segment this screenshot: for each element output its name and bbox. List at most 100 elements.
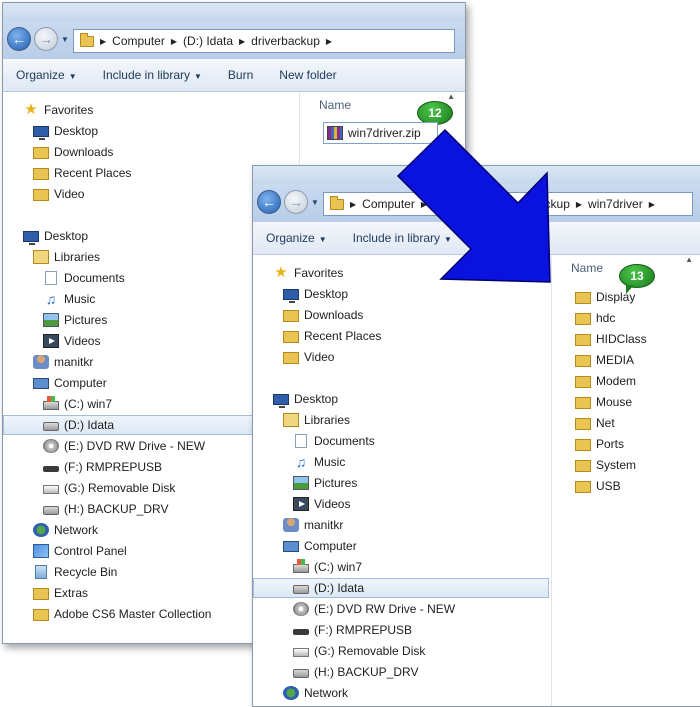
nav-item-videos[interactable]: Videos [43, 331, 100, 351]
recent-pages-dropdown-icon[interactable]: ▼ [311, 198, 319, 207]
nav-item-documents[interactable]: Documents [293, 431, 375, 451]
nav-item-computer[interactable]: Computer [283, 536, 357, 556]
address-box[interactable]: ▶ Computer ▶ (D:) Idata ▶ driverbackup ▶ [73, 29, 455, 53]
title-bar[interactable] [3, 3, 465, 21]
file-item-system[interactable]: System [575, 455, 636, 475]
nav-item-h-backup-drv[interactable]: (H:) BACKUP_DRV [43, 499, 168, 519]
nav-item-manitkr[interactable]: manitkr [283, 515, 343, 535]
nav-item-documents[interactable]: Documents [43, 268, 125, 288]
forward-icon[interactable]: → [34, 27, 58, 51]
title-bar[interactable] [253, 166, 700, 184]
nav-item-control-panel[interactable]: Control Panel [33, 541, 127, 561]
nav-item-music[interactable]: ♫ Music [43, 289, 96, 309]
nav-item-desktop[interactable]: Desktop [23, 226, 88, 246]
back-icon[interactable]: ← [7, 27, 31, 51]
organize-label: Organize [266, 231, 315, 245]
nav-item-manitkr[interactable]: manitkr [33, 352, 93, 372]
nav-item-favorites[interactable]: ★ Favorites [273, 263, 343, 283]
breadcrumb-driverbackup[interactable]: driverbackup [497, 197, 574, 211]
recent-pages-dropdown-icon[interactable]: ▼ [61, 35, 69, 44]
nav-item-downloads[interactable]: Downloads [283, 305, 363, 325]
nav-item-pictures[interactable]: Pictures [293, 473, 357, 493]
folder-icon [575, 418, 591, 430]
nav-item-c-win7[interactable]: (C:) win7 [43, 394, 112, 414]
file-item-mouse[interactable]: Mouse [575, 392, 632, 412]
back-icon[interactable]: ← [257, 190, 281, 214]
documents-icon [295, 434, 307, 448]
nav-item-network[interactable]: Network [283, 683, 348, 703]
chevron-right-icon[interactable]: ▶ [419, 200, 429, 209]
nav-item-music[interactable]: ♫ Music [293, 452, 346, 472]
command-bar: Organize ▼ Include in library ▼ New folder [253, 222, 700, 255]
file-list[interactable]: Name ▲ 13 Display hdc HIDClass MEDIA Modem Mo… [553, 255, 700, 706]
nav-item-adobe-cs6-master-collection[interactable]: Adobe CS6 Master Collection [33, 604, 211, 624]
file-item-hdc[interactable]: hdc [575, 308, 615, 328]
address-bar-area: ← → ▼ ▶ Computer ▶ (D:) Idata ▶ driverba… [253, 184, 700, 222]
nav-item-recent-places[interactable]: Recent Places [283, 326, 381, 346]
nav-item-video[interactable]: Video [283, 347, 334, 367]
nav-item-f-rmprepusb[interactable]: (F:) RMPREPUSB [43, 457, 162, 477]
nav-item-desktop[interactable]: Desktop [283, 284, 348, 304]
organize-button[interactable]: Organize ▼ [253, 231, 340, 245]
name-column-header[interactable]: Name [571, 261, 603, 275]
file-item-win7driver-zip[interactable]: win7driver.zip [323, 122, 438, 144]
nav-item-libraries[interactable]: Libraries [33, 247, 100, 267]
chevron-right-icon[interactable]: ▶ [574, 200, 584, 209]
new-folder-button[interactable]: New folder [465, 231, 548, 245]
dvd-icon [43, 439, 59, 453]
nav-item-e-dvd-rw-drive-new[interactable]: (E:) DVD RW Drive - NEW [43, 436, 205, 456]
include-in-library-button[interactable]: Include in library ▼ [90, 68, 215, 82]
nav-item-h-backup-drv[interactable]: (H:) BACKUP_DRV [293, 662, 418, 682]
chevron-right-icon[interactable]: ▶ [487, 200, 497, 209]
nav-item-videos[interactable]: Videos [293, 494, 350, 514]
breadcrumb-d-drive[interactable]: (D:) Idata [429, 197, 487, 211]
nav-item-pictures[interactable]: Pictures [43, 310, 107, 330]
burn-button[interactable]: Burn [215, 68, 266, 82]
nav-item-recent-places[interactable]: Recent Places [33, 163, 131, 183]
name-column-header[interactable]: Name [319, 98, 351, 112]
file-item-modem[interactable]: Modem [575, 371, 636, 391]
breadcrumb-win7driver[interactable]: win7driver [584, 197, 647, 211]
nav-item-network[interactable]: Network [33, 520, 98, 540]
breadcrumb-d-drive[interactable]: (D:) Idata [179, 34, 237, 48]
nav-item-g-removable-disk[interactable]: (G:) Removable Disk [293, 641, 425, 661]
chevron-right-icon[interactable]: ▶ [237, 37, 247, 46]
nav-item-favorites[interactable]: ★ Favorites [23, 100, 93, 120]
breadcrumb-computer[interactable]: Computer [108, 34, 169, 48]
nav-item-computer[interactable]: Computer [33, 373, 107, 393]
new-folder-button[interactable]: New folder [266, 68, 349, 82]
nav-item-video[interactable]: Video [33, 184, 84, 204]
nav-item-label: (F:) RMPREPUSB [64, 460, 163, 474]
organize-button[interactable]: Organize ▼ [3, 68, 90, 82]
file-item-display[interactable]: Display [575, 287, 635, 307]
nav-item-recycle-bin[interactable]: Recycle Bin [33, 562, 117, 582]
nav-item-libraries[interactable]: Libraries [283, 410, 350, 430]
file-item-usb[interactable]: USB [575, 476, 621, 496]
nav-item-desktop[interactable]: Desktop [273, 389, 338, 409]
chevron-right-icon[interactable]: ▶ [647, 200, 657, 209]
nav-item-c-win7[interactable]: (C:) win7 [293, 557, 362, 577]
nav-item-desktop[interactable]: Desktop [33, 121, 98, 141]
navigation-pane[interactable]: ★ Favorites Desktop Downloads Recent Places V… [253, 255, 552, 706]
forward-icon[interactable]: → [284, 190, 308, 214]
chevron-right-icon[interactable]: ▶ [169, 37, 179, 46]
nav-item-d-idata[interactable]: (D:) Idata [253, 578, 549, 598]
include-in-library-button[interactable]: Include in library ▼ [340, 231, 465, 245]
breadcrumb-driverbackup[interactable]: driverbackup [247, 34, 324, 48]
breadcrumb-computer[interactable]: Computer [358, 197, 419, 211]
nav-item-e-dvd-rw-drive-new[interactable]: (E:) DVD RW Drive - NEW [293, 599, 455, 619]
file-item-ports[interactable]: Ports [575, 434, 624, 454]
chevron-right-icon[interactable]: ▶ [98, 37, 108, 46]
folder-icon [283, 352, 299, 364]
nav-item-label: Desktop [54, 124, 99, 138]
nav-item-f-rmprepusb[interactable]: (F:) RMPREPUSB [293, 620, 412, 640]
chevron-right-icon[interactable]: ▶ [348, 200, 358, 209]
address-box[interactable]: ▶ Computer ▶ (D:) Idata ▶ driverbackup ▶… [323, 192, 693, 216]
nav-item-g-removable-disk[interactable]: (G:) Removable Disk [43, 478, 175, 498]
file-item-media[interactable]: MEDIA [575, 350, 634, 370]
file-item-net[interactable]: Net [575, 413, 615, 433]
chevron-right-icon[interactable]: ▶ [324, 37, 334, 46]
file-item-hidclass[interactable]: HIDClass [575, 329, 647, 349]
nav-item-downloads[interactable]: Downloads [33, 142, 113, 162]
nav-item-extras[interactable]: Extras [33, 583, 88, 603]
